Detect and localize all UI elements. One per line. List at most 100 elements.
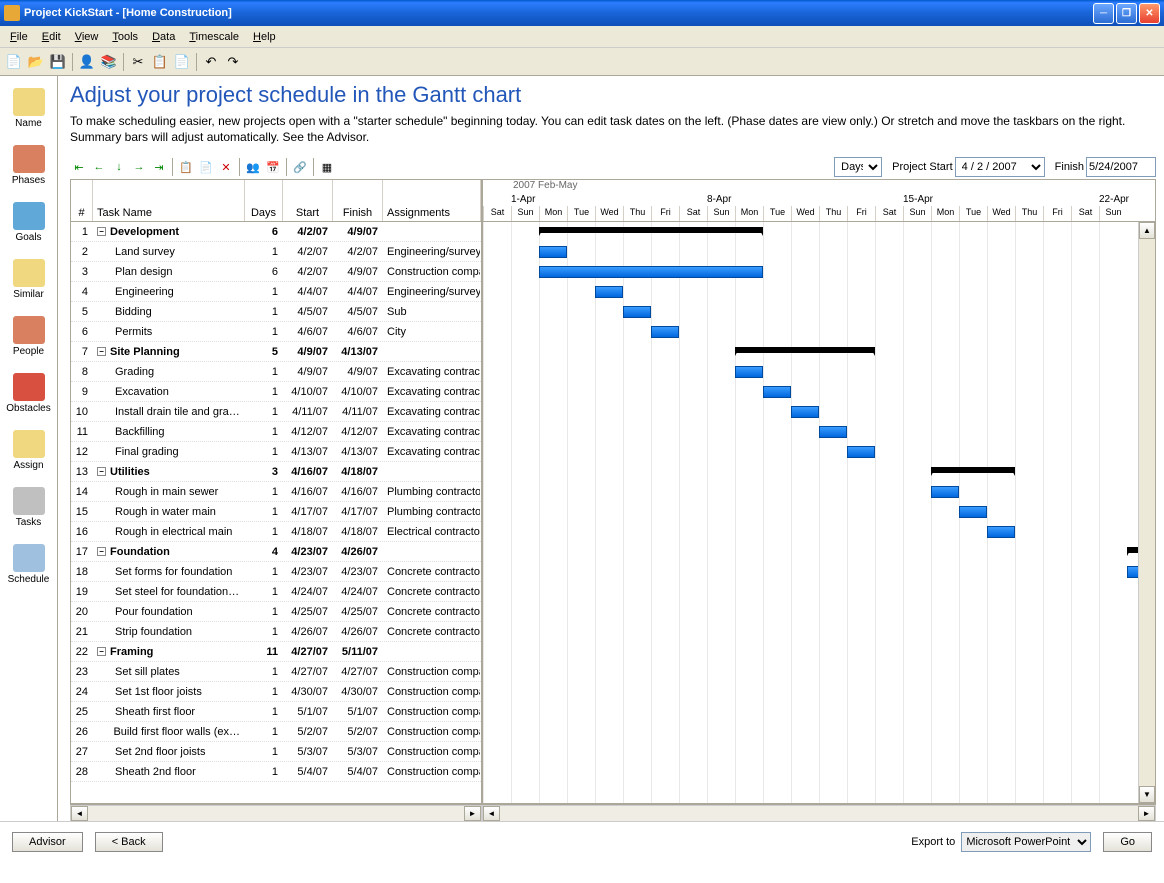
task-row[interactable]: 28 Sheath 2nd floor 1 5/4/07 5/4/07 Cons… [71,762,481,782]
scroll-left-icon[interactable]: ◄ [71,806,88,821]
task-name-cell[interactable]: −Development [93,226,245,238]
task-row[interactable]: 27 Set 2nd floor joists 1 5/3/07 5/3/07 … [71,742,481,762]
finish-cell[interactable]: 4/27/07 [333,666,383,678]
task-row[interactable]: 1 −Development 6 4/2/07 4/9/07 [71,222,481,242]
days-cell[interactable]: 1 [245,566,283,578]
sidebar-item-people[interactable]: People [0,310,57,367]
vertical-scrollbar[interactable]: ▲ ▼ [1138,222,1155,803]
assignment-cell[interactable]: Excavating contractor [383,406,481,418]
assignment-cell[interactable]: Construction company [383,766,481,778]
finish-cell[interactable]: 4/11/07 [333,406,383,418]
finish-cell[interactable]: 4/9/07 [333,266,383,278]
finish-cell[interactable]: 4/24/07 [333,586,383,598]
start-cell[interactable]: 4/12/07 [283,426,333,438]
finish-cell[interactable]: 4/13/07 [333,446,383,458]
start-cell[interactable]: 4/27/07 [283,666,333,678]
days-cell[interactable]: 1 [245,506,283,518]
nav-next-icon[interactable]: → [130,158,148,176]
task-name-cell[interactable]: Bidding [93,306,245,318]
nav-last-icon[interactable]: ⇥ [150,158,168,176]
days-cell[interactable]: 1 [245,306,283,318]
redo-button[interactable]: ↷ [223,52,243,72]
scroll-down-icon[interactable]: ▼ [1139,786,1155,803]
finish-cell[interactable]: 5/4/07 [333,766,383,778]
days-cell[interactable]: 1 [245,426,283,438]
days-cell[interactable]: 1 [245,326,283,338]
finish-cell[interactable]: 4/6/07 [333,326,383,338]
link-icon[interactable]: 🔗 [291,158,309,176]
menu-help[interactable]: Help [247,29,282,45]
days-cell[interactable]: 1 [245,586,283,598]
task-name-cell[interactable]: Rough in main sewer [93,486,245,498]
nav-prev-icon[interactable]: ← [90,158,108,176]
finish-cell[interactable]: 4/16/07 [333,486,383,498]
task-row[interactable]: 9 Excavation 1 4/10/07 4/10/07 Excavatin… [71,382,481,402]
task-name-cell[interactable]: Plan design [93,266,245,278]
task-bar[interactable] [959,506,987,518]
task-bar[interactable] [539,266,763,278]
start-cell[interactable]: 5/3/07 [283,746,333,758]
days-cell[interactable]: 1 [245,706,283,718]
menu-view[interactable]: View [69,29,105,45]
sidebar-item-phases[interactable]: Phases [0,139,57,196]
sidebar-item-similar[interactable]: Similar [0,253,57,310]
nav-today-icon[interactable]: ↓ [110,158,128,176]
days-cell[interactable]: 1 [245,246,283,258]
task-name-cell[interactable]: Permits [93,326,245,338]
days-cell[interactable]: 1 [245,446,283,458]
chart-hscrollbar[interactable]: ◄ ► [482,805,1156,822]
start-cell[interactable]: 4/13/07 [283,446,333,458]
task-row[interactable]: 10 Install drain tile and gra… 1 4/11/07… [71,402,481,422]
finish-cell[interactable]: 4/10/07 [333,386,383,398]
summary-bar[interactable] [931,467,1015,473]
task-name-cell[interactable]: −Framing [93,646,245,658]
finish-cell[interactable]: 4/26/07 [333,546,383,558]
task-name-cell[interactable]: Set 2nd floor joists [93,746,245,758]
task-row[interactable]: 3 Plan design 6 4/2/07 4/9/07 Constructi… [71,262,481,282]
start-cell[interactable]: 4/2/07 [283,266,333,278]
menu-edit[interactable]: Edit [36,29,67,45]
task-bar[interactable] [931,486,959,498]
task-row[interactable]: 4 Engineering 1 4/4/07 4/4/07 Engineerin… [71,282,481,302]
assignment-cell[interactable]: Concrete contractor [383,606,481,618]
collapse-icon[interactable]: − [97,647,106,656]
assignment-cell[interactable]: Engineering/surveyors [383,246,481,258]
start-cell[interactable]: 4/26/07 [283,626,333,638]
start-cell[interactable]: 4/9/07 [283,346,333,358]
finish-cell[interactable]: 4/9/07 [333,366,383,378]
scroll-right-icon[interactable]: ► [1138,806,1155,821]
calendar-icon[interactable]: 📅 [264,158,282,176]
maximize-button[interactable]: ❐ [1116,3,1137,24]
assignment-cell[interactable]: City [383,326,481,338]
task-name-cell[interactable]: Set sill plates [93,666,245,678]
task-row[interactable]: 17 −Foundation 4 4/23/07 4/26/07 [71,542,481,562]
days-cell[interactable]: 4 [245,546,283,558]
assignment-cell[interactable]: Construction company [383,686,481,698]
start-cell[interactable]: 4/2/07 [283,226,333,238]
advisor-button[interactable]: Advisor [12,832,83,852]
task-bar[interactable] [819,426,847,438]
save-button[interactable]: 💾 [48,52,68,72]
days-cell[interactable]: 1 [245,666,283,678]
task-row[interactable]: 21 Strip foundation 1 4/26/07 4/26/07 Co… [71,622,481,642]
days-cell[interactable]: 1 [245,406,283,418]
sidebar-item-name[interactable]: Name [0,82,57,139]
finish-cell[interactable]: 4/17/07 [333,506,383,518]
sidebar-item-assign[interactable]: Assign [0,424,57,481]
finish-cell[interactable]: 5/11/07 [333,646,383,658]
days-cell[interactable]: 11 [245,646,283,658]
task-row[interactable]: 23 Set sill plates 1 4/27/07 4/27/07 Con… [71,662,481,682]
task-name-cell[interactable]: Final grading [93,446,245,458]
chart-body[interactable] [483,222,1155,803]
scroll-left-icon[interactable]: ◄ [483,806,500,821]
start-cell[interactable]: 4/30/07 [283,686,333,698]
assignment-cell[interactable]: Construction company [383,266,481,278]
task-name-cell[interactable]: Strip foundation [93,626,245,638]
start-cell[interactable]: 4/16/07 [283,486,333,498]
finish-cell[interactable]: 4/12/07 [333,426,383,438]
sidebar-item-tasks[interactable]: Tasks [0,481,57,538]
new-button[interactable]: 📄 [4,52,24,72]
finish-cell[interactable]: 5/3/07 [333,746,383,758]
task-row[interactable]: 20 Pour foundation 1 4/25/07 4/25/07 Con… [71,602,481,622]
finish-cell[interactable]: 4/18/07 [333,466,383,478]
